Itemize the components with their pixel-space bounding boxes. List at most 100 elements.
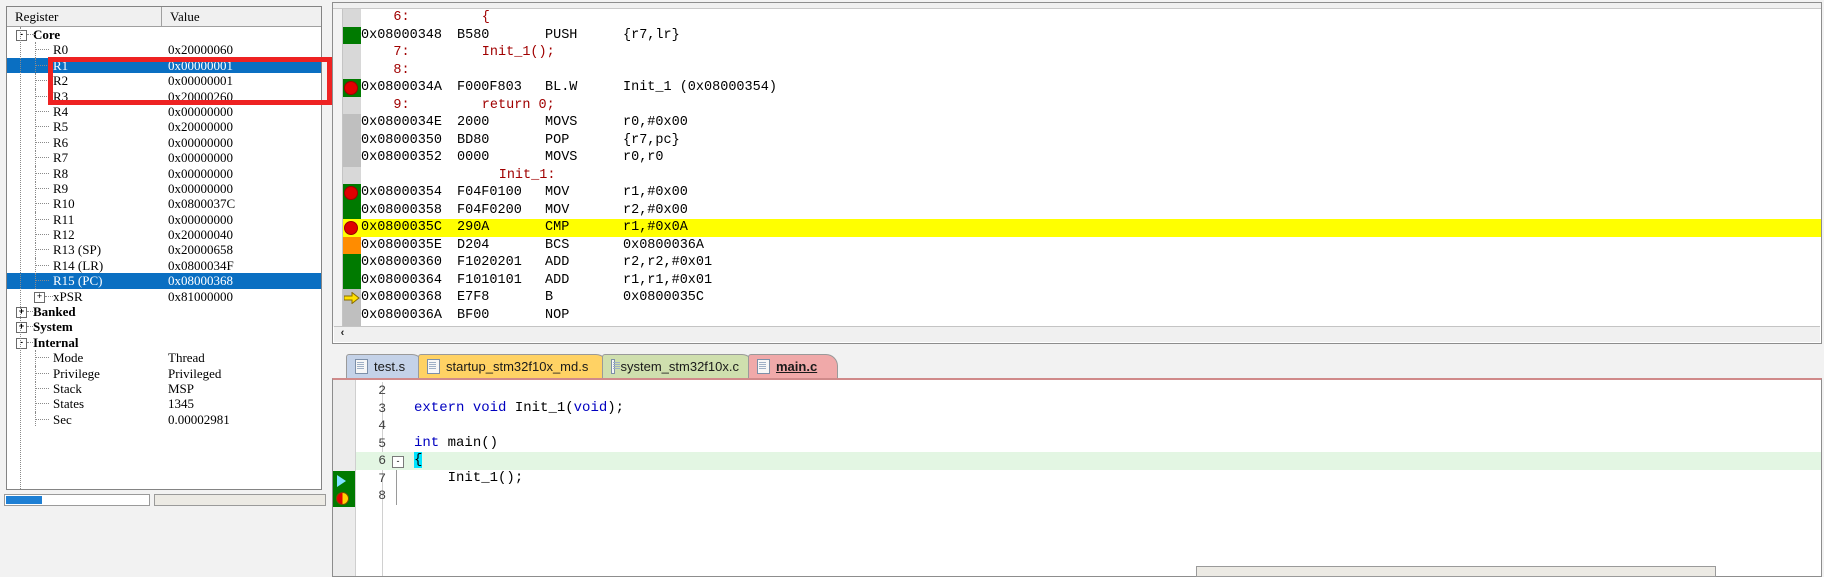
disassembly-row[interactable]: 0x08000368 E7F8 B 0x0800035C bbox=[343, 289, 1821, 307]
editor-tabbar[interactable]: test.s startup_stm32f10x_md.s system_stm32… bbox=[332, 352, 1822, 380]
register-row[interactable]: R6 0x00000000 bbox=[7, 134, 321, 151]
register-value[interactable] bbox=[162, 335, 321, 350]
register-row[interactable]: R14 (LR) 0x0800034F bbox=[7, 257, 321, 274]
register-value[interactable]: 0x00000000 bbox=[162, 181, 321, 196]
register-row[interactable]: R10 0x0800037C bbox=[7, 196, 321, 212]
register-value[interactable]: 0x00000000 bbox=[162, 104, 321, 119]
register-value[interactable]: 0x20000040 bbox=[162, 227, 321, 242]
code-coverage-marker[interactable] bbox=[343, 149, 361, 167]
register-row[interactable]: R12 0x20000040 bbox=[7, 227, 321, 243]
editor-line[interactable]: 7 Init_1(); bbox=[356, 469, 1821, 487]
disassembly-row[interactable]: 0x08000350 BD80 POP {r7,pc} bbox=[343, 131, 1821, 149]
register-row[interactable]: R3 0x20000260 bbox=[7, 88, 321, 104]
editor-line[interactable]: 2 bbox=[356, 382, 1821, 400]
register-value[interactable] bbox=[162, 27, 321, 42]
disassembly-row[interactable]: 0x0800035C 290A CMP r1,#0x0A bbox=[343, 219, 1821, 237]
register-row[interactable]: R8 0x00000000 bbox=[7, 165, 321, 181]
code-coverage-marker[interactable] bbox=[343, 201, 361, 219]
register-value[interactable]: 0x08000368 bbox=[162, 273, 321, 288]
register-value[interactable]: 0x20000000 bbox=[162, 119, 321, 134]
register-tree[interactable]: - Core R0 0x20000060 R1 0x00000001 R2 0x0000000… bbox=[7, 27, 321, 489]
column-header-register[interactable]: Register bbox=[7, 7, 162, 26]
register-row[interactable]: R13 (SP) 0x20000658 bbox=[7, 242, 321, 258]
editor-tab[interactable]: startup_stm32f10x_md.s bbox=[418, 354, 608, 378]
register-value[interactable]: 0.00002981 bbox=[162, 412, 321, 427]
disassembly-row[interactable]: 0x0800034E 2000 MOVS r0,#0x00 bbox=[343, 114, 1821, 132]
editor-text[interactable]: 2 3 extern void Init_1(void); 4 5 int main() 6… bbox=[356, 382, 1821, 576]
register-value[interactable]: 0x20000060 bbox=[162, 42, 321, 57]
breakpoint-marker-icon[interactable] bbox=[336, 492, 349, 505]
code-coverage-marker[interactable] bbox=[343, 26, 361, 44]
disassembly-row[interactable]: 0x0800034A F000F803 BL.W Init_1 (0x08000354… bbox=[343, 79, 1821, 97]
code-coverage-marker[interactable] bbox=[343, 184, 361, 202]
code-coverage-marker[interactable] bbox=[343, 166, 361, 184]
code-coverage-marker[interactable] bbox=[343, 306, 361, 324]
code-coverage-marker[interactable] bbox=[343, 131, 361, 149]
disassembly-row[interactable]: 6: { bbox=[343, 9, 1821, 27]
register-row[interactable]: R11 0x00000000 bbox=[7, 211, 321, 228]
register-value[interactable]: 0x0800034F bbox=[162, 258, 321, 273]
register-value[interactable] bbox=[162, 319, 321, 334]
register-value[interactable] bbox=[162, 304, 321, 319]
editor-tab[interactable]: test.s bbox=[346, 354, 424, 378]
disassembly-row[interactable]: 0x08000358 F04F0200 MOV r2,#0x00 bbox=[343, 201, 1821, 219]
register-value[interactable]: 0x81000000 bbox=[162, 289, 321, 304]
source-editor[interactable]: 2 3 extern void Init_1(void); 4 5 int main() 6… bbox=[332, 378, 1822, 577]
code-coverage-marker[interactable] bbox=[343, 219, 361, 237]
disassembly-list[interactable]: 6: {0x08000348 B580 PUSH {r7,lr} 7: Init_1(… bbox=[343, 9, 1821, 327]
disassembly-row[interactable]: 0x08000352 0000 MOVS r0,r0 bbox=[343, 149, 1821, 167]
register-row[interactable]: R2 0x00000001 bbox=[7, 73, 321, 89]
disassembly-row[interactable]: 0x08000360 F1020201 ADD r2,r2,#0x01 bbox=[343, 254, 1821, 272]
code-coverage-marker[interactable] bbox=[343, 96, 361, 114]
editor-marker-gutter[interactable] bbox=[333, 380, 356, 576]
disassembly-row[interactable]: Init_1: bbox=[343, 166, 1821, 184]
register-row[interactable]: R5 0x20000000 bbox=[7, 119, 321, 135]
register-value[interactable]: Privileged bbox=[162, 366, 321, 381]
register-value[interactable]: MSP bbox=[162, 381, 321, 396]
code-coverage-marker[interactable] bbox=[343, 289, 361, 307]
code-coverage-marker[interactable] bbox=[343, 271, 361, 289]
register-value[interactable]: 0x00000001 bbox=[162, 58, 321, 73]
register-value[interactable]: 0x20000658 bbox=[162, 242, 321, 257]
register-row[interactable]: R0 0x20000060 bbox=[7, 42, 321, 58]
disassembly-row[interactable]: 0x08000348 B580 PUSH {r7,lr} bbox=[343, 26, 1821, 44]
disassembly-hscrollbar[interactable]: ‹ bbox=[334, 326, 1820, 342]
tree-expand-icon[interactable]: + bbox=[34, 291, 45, 303]
editor-line[interactable]: 4 bbox=[356, 417, 1821, 435]
editor-line[interactable]: 8 bbox=[356, 487, 1821, 505]
register-row[interactable]: R1 0x00000001 bbox=[7, 57, 321, 74]
code-coverage-marker[interactable] bbox=[343, 254, 361, 272]
register-row[interactable]: + System bbox=[7, 319, 321, 334]
register-value[interactable]: 0x20000260 bbox=[162, 89, 321, 104]
register-value[interactable]: 0x0800037C bbox=[162, 196, 321, 211]
register-value[interactable]: Thread bbox=[162, 350, 321, 365]
code-coverage-marker[interactable] bbox=[343, 44, 361, 62]
breakpoint-icon[interactable] bbox=[344, 220, 358, 235]
code-coverage-marker[interactable] bbox=[343, 79, 361, 97]
editor-tab[interactable]: system_stm32f10x.c bbox=[602, 354, 754, 378]
register-value[interactable]: 0x00000000 bbox=[162, 212, 321, 227]
editor-tab[interactable]: main.c bbox=[748, 354, 838, 378]
code-coverage-marker[interactable] bbox=[343, 9, 361, 27]
scroll-left-icon[interactable]: ‹ bbox=[336, 328, 349, 340]
disassembly-row[interactable]: 8: bbox=[343, 61, 1821, 79]
fold-toggle-icon[interactable]: - bbox=[392, 455, 404, 468]
code-coverage-marker[interactable] bbox=[343, 236, 361, 254]
register-value[interactable]: 1345 bbox=[162, 396, 321, 411]
register-row[interactable]: States 1345 bbox=[7, 396, 321, 412]
register-row[interactable]: + Banked bbox=[7, 304, 321, 319]
code-coverage-marker[interactable] bbox=[343, 114, 361, 132]
register-value[interactable]: 0x00000000 bbox=[162, 150, 321, 165]
disassembly-row[interactable]: 0x08000354 F04F0100 MOV r1,#0x00 bbox=[343, 184, 1821, 202]
disassembly-row[interactable]: 9: return 0; bbox=[343, 96, 1821, 114]
register-row[interactable]: R7 0x00000000 bbox=[7, 150, 321, 166]
register-value[interactable]: 0x00000000 bbox=[162, 166, 321, 181]
register-row[interactable]: - Core bbox=[7, 27, 321, 42]
register-row[interactable]: Sec 0.00002981 bbox=[7, 411, 321, 428]
register-row[interactable]: Stack MSP bbox=[7, 380, 321, 397]
register-row[interactable]: R4 0x00000000 bbox=[7, 103, 321, 120]
disassembly-row[interactable]: 0x08000364 F1010101 ADD r1,r1,#0x01 bbox=[343, 271, 1821, 289]
register-row[interactable]: - Internal bbox=[7, 335, 321, 350]
disassembly-row[interactable]: 0x0800035E D204 BCS 0x0800036A bbox=[343, 236, 1821, 254]
breakpoint-icon[interactable] bbox=[344, 185, 358, 200]
